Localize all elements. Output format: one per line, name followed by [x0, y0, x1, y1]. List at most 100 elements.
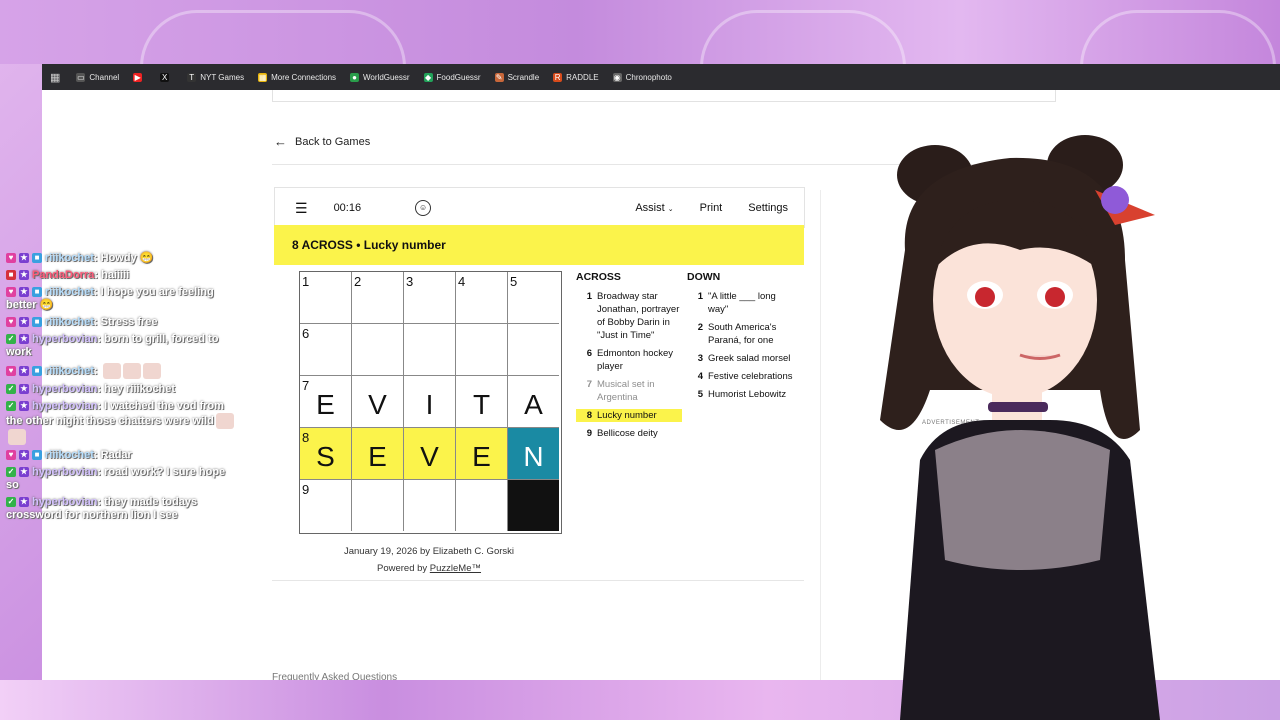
bookmark-label: Channel: [89, 72, 120, 82]
bookmark-item[interactable]: ◉ Chronophoto: [612, 72, 672, 82]
puzzleme-link[interactable]: PuzzleMe™: [430, 563, 481, 574]
print-button[interactable]: Print: [700, 202, 723, 214]
chat-username[interactable]: riiikochet: [45, 365, 94, 377]
grid-cell[interactable]: 3: [404, 272, 456, 324]
grid-cell[interactable]: 5: [508, 272, 559, 324]
grid-cell[interactable]: 6: [300, 324, 352, 376]
nyt-icon: T: [187, 72, 197, 82]
chat-username[interactable]: riiikochet: [45, 449, 94, 461]
grid-cell[interactable]: [508, 480, 559, 531]
grid-cell[interactable]: E: [456, 428, 508, 480]
back-to-games-link[interactable]: ← Back to Games: [274, 134, 370, 149]
down-clue-1[interactable]: 1 "A little ___ long way": [687, 290, 793, 316]
clue-text: Bellicose deity: [597, 428, 658, 439]
grid-cell[interactable]: 9: [300, 480, 352, 531]
grid-cell[interactable]: A: [508, 376, 559, 428]
down-clue-2[interactable]: 2 South America's Paraná, for one: [687, 321, 793, 347]
settings-button[interactable]: Settings: [748, 202, 788, 214]
grid-cell[interactable]: [404, 480, 456, 531]
grid-cell[interactable]: [508, 324, 559, 376]
across-clues: ACROSS 1 Broadway star Jonathan, portraye…: [576, 271, 682, 445]
chevron-down-icon: ⌄: [667, 206, 674, 213]
grid-cell[interactable]: 2: [352, 272, 404, 324]
chat-username[interactable]: riiikochet: [45, 286, 94, 298]
bookmark-item[interactable]: ✎ Scrandle: [494, 72, 539, 82]
grid-cell[interactable]: [456, 480, 508, 531]
cell-letter: V: [368, 389, 387, 420]
grid-cell[interactable]: [352, 480, 404, 531]
bookmark-item[interactable]: ▦ More Connections: [258, 72, 336, 82]
across-clue-9[interactable]: 9 Bellicose deity: [576, 427, 682, 440]
chat-text: haiiiii: [101, 269, 130, 281]
bookmarks-bar: ▦ ▭ Channel ▶ X T NYT Games ▦ More Connections ●…: [42, 64, 1280, 90]
youtube-icon: ▶: [133, 72, 143, 82]
bookmark-item[interactable]: ◆ FoodGuessr: [423, 72, 481, 82]
down-clue-3[interactable]: 3 Greek salad morsel: [687, 352, 793, 365]
cell-letter: N: [523, 441, 544, 472]
chat-text: Howdy 😁: [100, 252, 154, 264]
chat-username[interactable]: riiikochet: [45, 316, 94, 328]
badge-icon: ★: [19, 287, 29, 298]
across-clue-1[interactable]: 1 Broadway star Jonathan, portrayer of Bo…: [576, 290, 682, 342]
chat-username[interactable]: hyperbovian: [32, 400, 97, 412]
user-circle-icon[interactable]: ☺: [415, 200, 432, 216]
timer[interactable]: 00:16: [334, 202, 362, 214]
chat-message: ✓ ★ hyperbovian: hey riiikochet: [6, 383, 176, 396]
user-badges: ✓ ★: [6, 383, 32, 396]
grid-cell[interactable]: V: [404, 428, 456, 480]
badge-icon: ★: [19, 450, 29, 461]
grid-cell[interactable]: E: [352, 428, 404, 480]
grid-cell[interactable]: [404, 324, 456, 376]
tv-icon: ▭: [76, 72, 86, 82]
apps-grid-icon[interactable]: ▦: [50, 71, 60, 84]
down-clue-5[interactable]: 5 Humorist Lebowitz: [687, 388, 793, 401]
badge-icon: ♥: [6, 366, 16, 376]
chat-username[interactable]: hyperbovian: [32, 333, 97, 345]
bookmark-item[interactable]: T NYT Games: [187, 72, 244, 82]
cell-letter: I: [425, 389, 434, 420]
grid-cell[interactable]: I: [404, 376, 456, 428]
chat-username[interactable]: hyperbovian: [32, 466, 97, 478]
grid-cell[interactable]: T: [456, 376, 508, 428]
x-icon: X: [160, 72, 170, 82]
badge-icon: ★: [19, 270, 29, 281]
chat-username[interactable]: hyperbovian: [32, 383, 97, 395]
chat-username[interactable]: hyperbovian: [32, 496, 97, 508]
grid-cell[interactable]: [352, 324, 404, 376]
across-clue-8[interactable]: 8 Lucky number: [576, 409, 682, 422]
bookmark-item[interactable]: ● WorldGuessr: [350, 72, 410, 82]
assist-dropdown[interactable]: Assist ⌄: [635, 202, 673, 214]
clue-number: 1: [586, 291, 592, 302]
grid-cell[interactable]: N: [508, 428, 559, 480]
down-heading: DOWN: [687, 271, 721, 283]
grid-cell[interactable]: 1: [300, 272, 352, 324]
grid-cell[interactable]: 8S: [300, 428, 352, 480]
grid-cell[interactable]: 4: [456, 272, 508, 324]
bookmark-item[interactable]: X: [160, 72, 173, 82]
grid-cell[interactable]: 7E: [300, 376, 352, 428]
chat-username[interactable]: PandaDorra: [32, 269, 94, 281]
bookmark-item[interactable]: R RADDLE: [553, 72, 599, 82]
across-clue-6[interactable]: 6 Edmonton hockey player: [576, 347, 682, 373]
hamburger-menu-icon[interactable]: ☰: [295, 200, 308, 217]
emote-icon: [142, 363, 161, 379]
bookmark-item[interactable]: ▶: [133, 72, 146, 82]
badge-icon: ■: [32, 366, 42, 376]
column-divider: [820, 190, 821, 680]
faq-heading[interactable]: Frequently Asked Questions: [272, 672, 397, 680]
vtuber-avatar: [880, 135, 1160, 720]
background-scenery-top: [0, 0, 1280, 67]
chat-message: ♥ ★ ■ riiikochet: Howdy 😁: [6, 252, 236, 265]
chat-message: ✓ ★ hyperbovian: I watched the vod from th…: [6, 400, 236, 445]
clue-text: Edmonton hockey player: [597, 348, 674, 372]
across-clue-7[interactable]: 7 Musical set in Argentina: [576, 378, 682, 404]
down-clue-4[interactable]: 4 Festive celebrations: [687, 370, 793, 383]
clue-number: 2: [697, 322, 703, 333]
powered-by: Powered by PuzzleMe™: [274, 560, 584, 577]
grid-cell[interactable]: [456, 324, 508, 376]
chat-username[interactable]: riiikochet: [45, 252, 94, 264]
badge-icon: ✓: [6, 401, 16, 412]
grid-cell[interactable]: V: [352, 376, 404, 428]
arrow-left-icon: ←: [274, 134, 287, 149]
bookmark-item[interactable]: ▭ Channel: [76, 72, 120, 82]
